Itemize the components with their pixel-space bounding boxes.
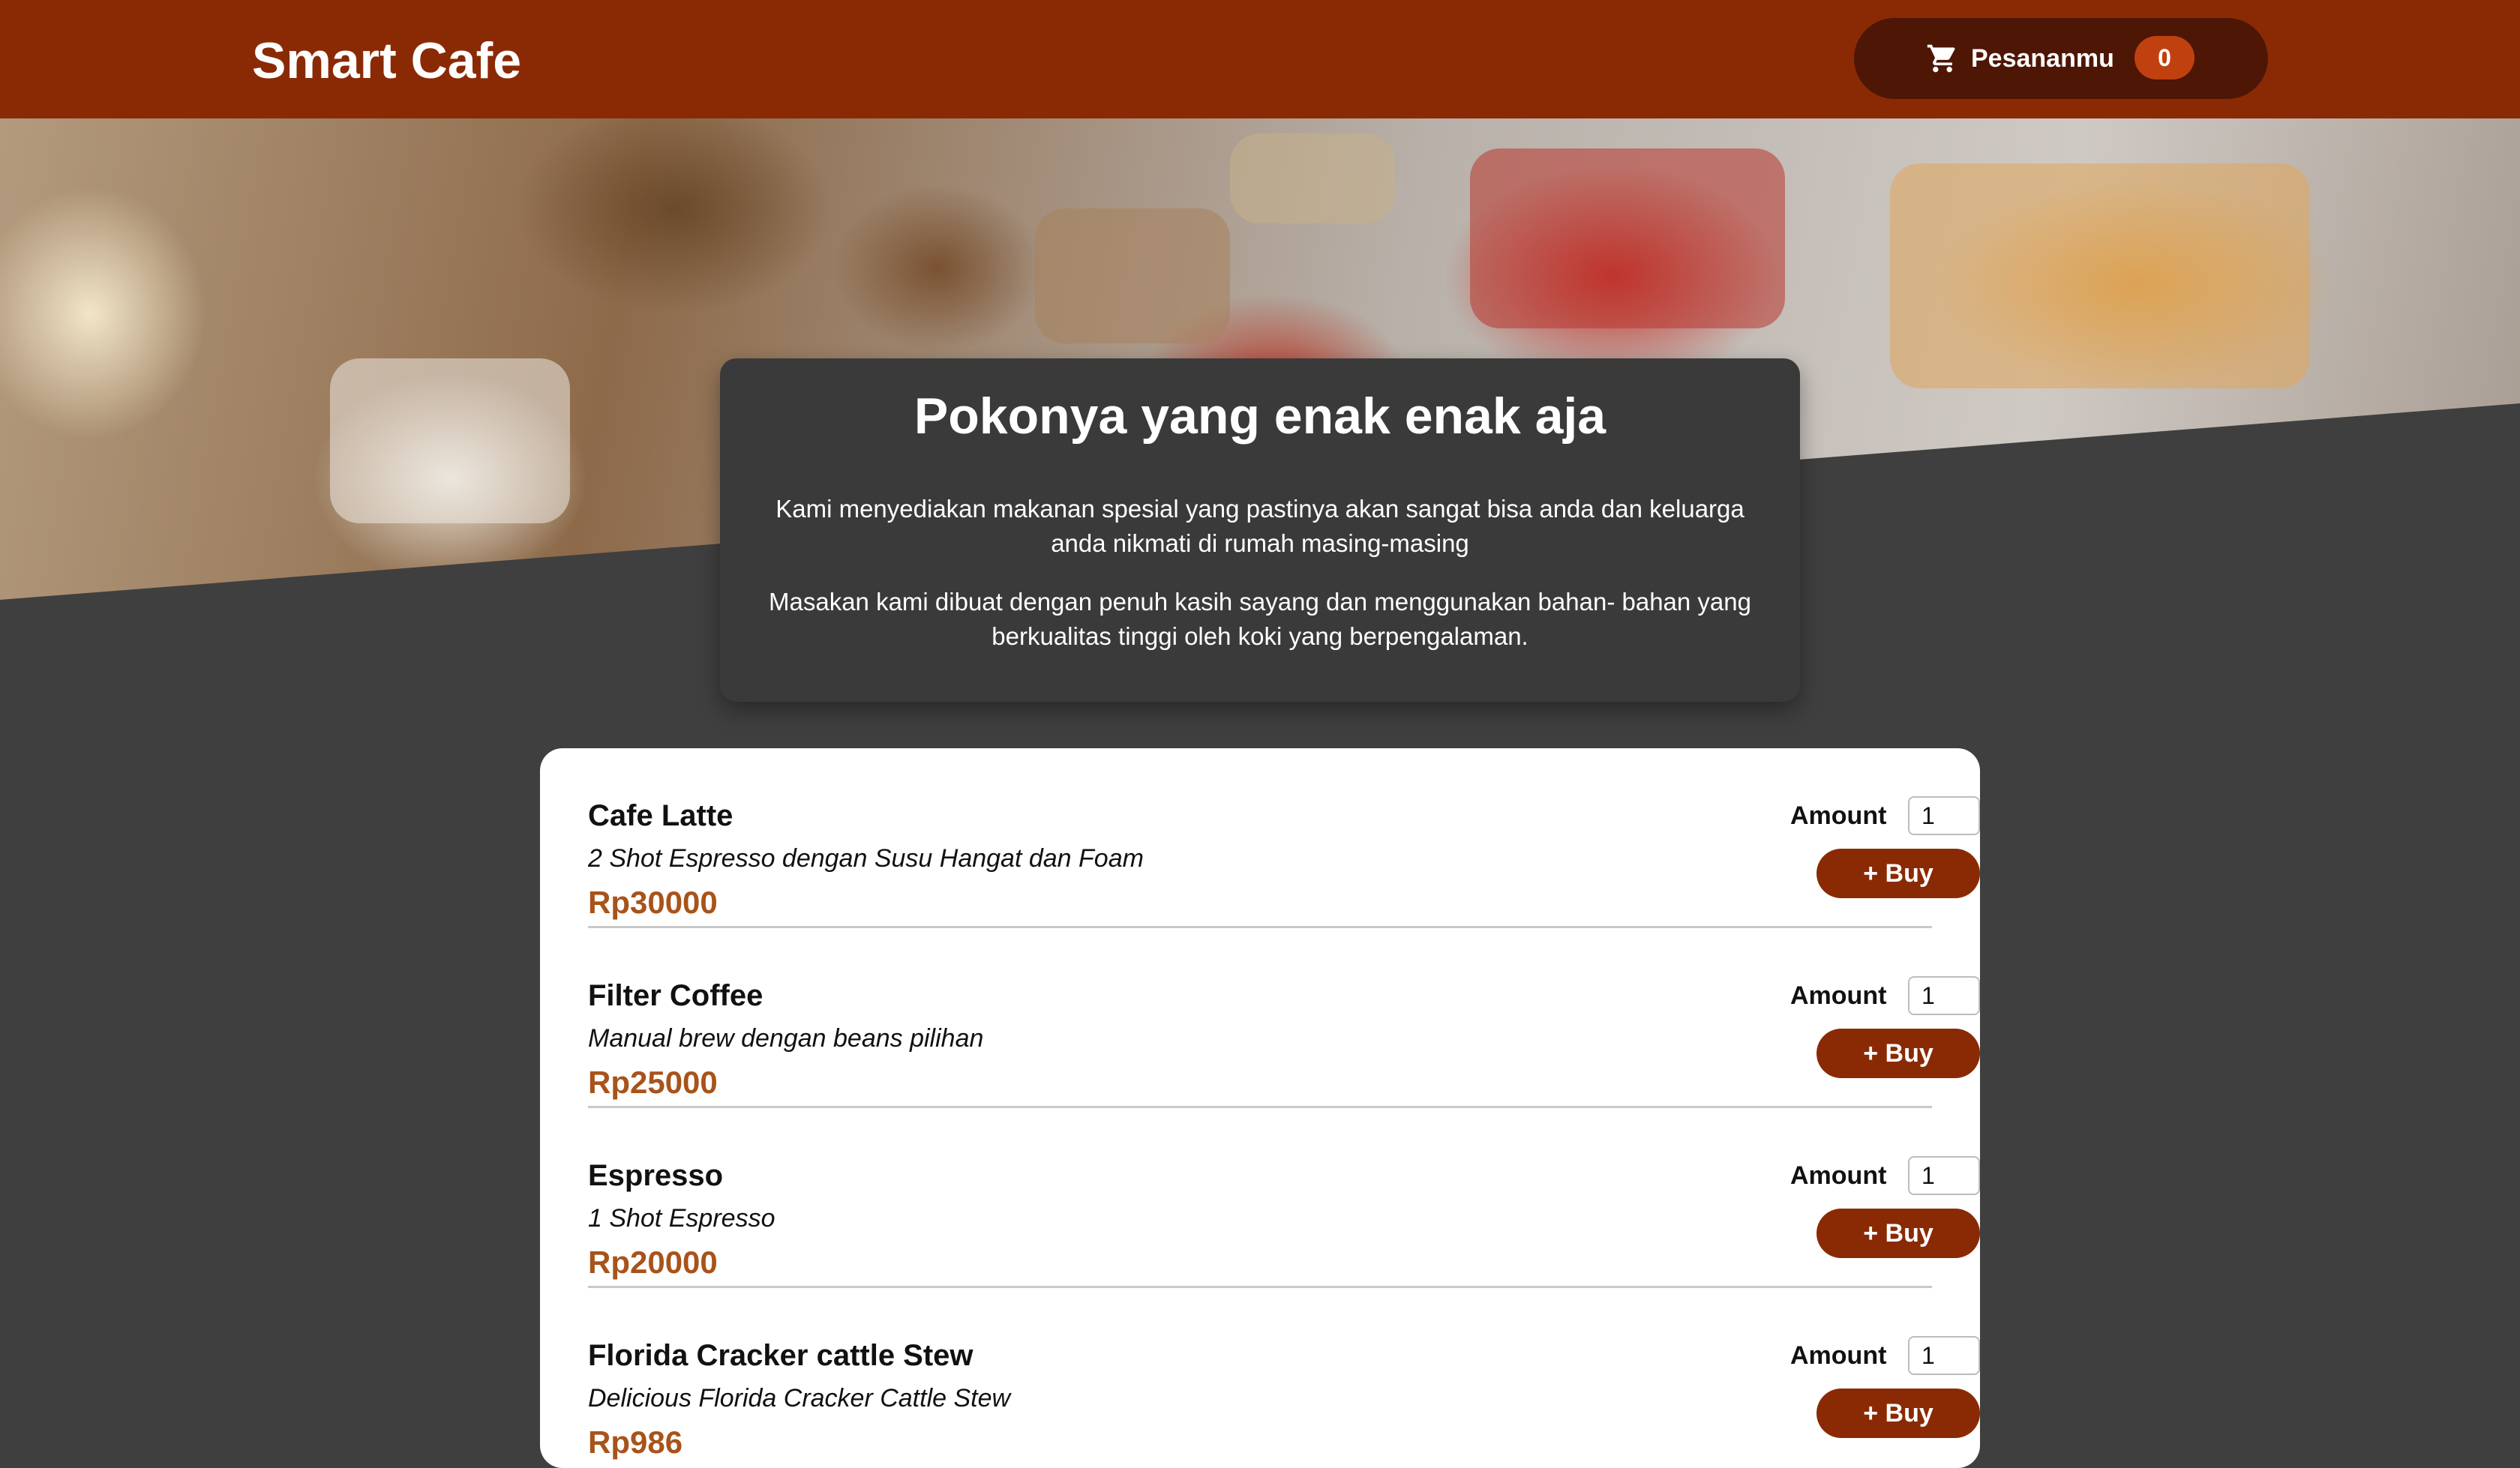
item-description: 1 Shot Espresso (588, 1204, 776, 1233)
item-name: Cafe Latte (588, 799, 734, 832)
intro-card: Pokonya yang enak enak aja Kami menyedia… (720, 358, 1800, 702)
intro-paragraph: Kami menyediakan makanan spesial yang pa… (776, 495, 1744, 557)
cart-count-badge: 0 (2134, 36, 2194, 79)
hero-cups (330, 358, 570, 523)
site-header: Smart Cafe Pesananmu 0 (0, 0, 2520, 118)
item-description: Manual brew dengan beans pilihan (588, 1024, 984, 1053)
amount-input[interactable] (1908, 976, 1980, 1015)
menu-item: Cafe Latte 2 Shot Espresso dengan Susu H… (588, 748, 1980, 928)
cart-icon (1927, 44, 1955, 73)
hero-dish (1890, 163, 2310, 388)
menu-item: Filter Coffee Manual brew dengan beans p… (588, 928, 1980, 1108)
amount-label: Amount (1790, 801, 1887, 830)
cart-label: Pesananmu (1971, 44, 2114, 73)
amount-input[interactable] (1908, 1156, 1980, 1195)
item-name: Filter Coffee (588, 979, 764, 1012)
hero-dish (1035, 208, 1230, 343)
cart-button[interactable]: Pesananmu 0 (1854, 18, 2268, 99)
amount-input[interactable] (1908, 796, 1980, 835)
buy-button[interactable]: + Buy (1816, 1029, 1980, 1078)
intro-title: Pokonya yang enak enak aja (914, 388, 1606, 445)
hero-dish (1470, 148, 1785, 328)
item-description: Delicious Florida Cracker Cattle Stew (588, 1384, 1011, 1413)
item-price: Rp20000 (588, 1245, 718, 1280)
brand-logo-text[interactable]: Smart Cafe (252, 27, 521, 94)
amount-label: Amount (1790, 1161, 1887, 1190)
amount-label: Amount (1790, 981, 1887, 1010)
intro-paragraph: Masakan kami dibuat dengan penuh kasih s… (769, 588, 1751, 650)
amount-label: Amount (1790, 1341, 1887, 1370)
item-name: Florida Cracker cattle Stew (588, 1339, 974, 1372)
buy-button[interactable]: + Buy (1816, 1209, 1980, 1258)
menu-item: Espresso 1 Shot Espresso Rp20000 Amount … (588, 1108, 1980, 1288)
item-name: Espresso (588, 1159, 724, 1192)
item-description: 2 Shot Espresso dengan Susu Hangat dan F… (588, 844, 1144, 873)
item-price: Rp986 (588, 1425, 683, 1460)
item-price: Rp25000 (588, 1065, 718, 1100)
menu-item: Florida Cracker cattle Stew Delicious Fl… (588, 1288, 1980, 1468)
item-price: Rp30000 (588, 885, 718, 920)
buy-button[interactable]: + Buy (1816, 849, 1980, 898)
hero-dish (1230, 133, 1395, 223)
amount-input[interactable] (1908, 1336, 1980, 1375)
menu-list: Cafe Latte 2 Shot Espresso dengan Susu H… (540, 748, 1980, 1468)
buy-button[interactable]: + Buy (1816, 1389, 1980, 1438)
